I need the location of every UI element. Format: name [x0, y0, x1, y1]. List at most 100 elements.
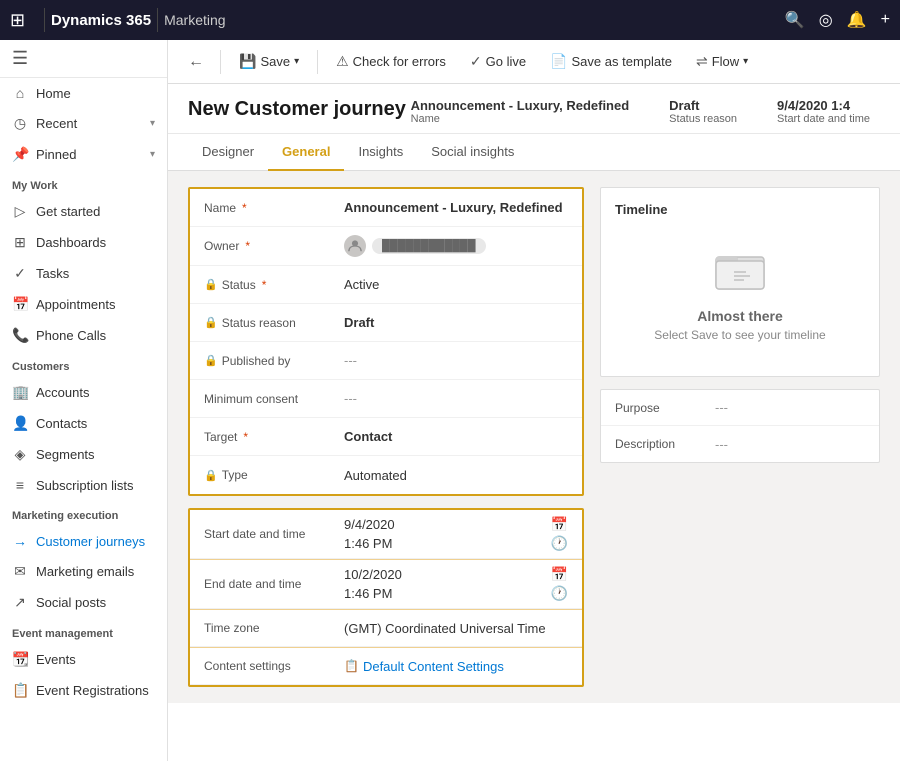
events-icon: 📆 [12, 651, 28, 668]
required-mark: * [242, 201, 247, 215]
sidebar-item-marketing-emails[interactable]: ✉ Marketing emails [0, 556, 167, 587]
sidebar-social-posts-label: Social posts [36, 595, 155, 610]
sidebar-item-event-registrations[interactable]: 📋 Event Registrations [0, 675, 167, 706]
field-type: 🔒 Type Automated [190, 456, 582, 494]
form-section-general: Name * Announcement - Luxury, Redefined … [188, 187, 584, 496]
timeline-almost-there: Almost there [697, 308, 783, 324]
required-mark: * [243, 430, 248, 444]
tab-insights[interactable]: Insights [344, 134, 417, 171]
save-button[interactable]: 💾 Save ▾ [229, 48, 309, 75]
sidebar-item-dashboards[interactable]: ⊞ Dashboards [0, 227, 167, 258]
content-settings-value[interactable]: 📋 Default Content Settings [344, 659, 568, 674]
top-nav-icons: 🔍 ◎ 🔔 + [785, 10, 890, 30]
lock-icon2: 🔒 [204, 316, 218, 329]
timeline-section: Timeline [600, 187, 880, 377]
help-icon[interactable]: 🔔 [847, 10, 867, 30]
start-time-text[interactable]: 1:46 PM [344, 536, 392, 551]
folder-icon [714, 247, 766, 300]
sidebar-item-pinned[interactable]: 📌 Pinned ▾ [0, 139, 167, 170]
type-value: Automated [344, 468, 568, 483]
end-time-row: 1:46 PM 🕐 [344, 585, 568, 602]
sidebar-tasks-label: Tasks [36, 266, 155, 281]
save-label: Save [260, 54, 290, 69]
settings-icon[interactable]: ◎ [819, 10, 833, 30]
home-icon: ⌂ [12, 85, 28, 101]
sidebar-item-home[interactable]: ⌂ Home [0, 78, 167, 108]
content-settings-label: Content settings [204, 659, 344, 673]
timezone-value[interactable]: (GMT) Coordinated Universal Time [344, 621, 568, 636]
calendar-icon[interactable]: 📅 [551, 516, 568, 533]
end-date-value: 10/2/2020 📅 1:46 PM 🕐 [344, 566, 568, 602]
sidebar-item-segments[interactable]: ◈ Segments [0, 439, 167, 470]
add-icon[interactable]: + [881, 11, 890, 29]
sidebar-phone-calls-label: Phone Calls [36, 328, 155, 343]
sidebar-recent-label: Recent [36, 116, 142, 131]
end-date-label: End date and time [204, 577, 344, 591]
sidebar-get-started-label: Get started [36, 204, 155, 219]
purpose-value: --- [715, 400, 728, 415]
sidebar-menu-button[interactable]: ☰ [0, 40, 167, 78]
sidebar-item-customer-journeys[interactable]: → Customer journeys [0, 526, 167, 556]
toolbar: ← 💾 Save ▾ ⚠ Check for errors ✓ Go live … [168, 40, 900, 84]
meta-date-label: Start date and time [777, 113, 870, 125]
target-value: Contact [344, 429, 568, 444]
sidebar-item-accounts[interactable]: 🏢 Accounts [0, 377, 167, 408]
save-dropdown-icon[interactable]: ▾ [294, 56, 299, 67]
grid-icon[interactable]: ⊞ [10, 10, 38, 31]
field-content-settings: Content settings 📋 Default Content Setti… [190, 647, 582, 685]
section-my-work: My Work [0, 170, 167, 196]
sidebar-item-contacts[interactable]: 👤 Contacts [0, 408, 167, 439]
contacts-icon: 👤 [12, 415, 28, 432]
end-time-text[interactable]: 1:46 PM [344, 586, 392, 601]
go-live-button[interactable]: ✓ Go live [460, 48, 536, 75]
end-date-text[interactable]: 10/2/2020 [344, 567, 402, 582]
field-end-date: End date and time 10/2/2020 📅 1:46 PM 🕐 [190, 559, 582, 609]
recent-icon: ◷ [12, 115, 28, 132]
page-title: New Customer journey [188, 98, 411, 121]
registrations-icon: 📋 [12, 682, 28, 699]
name-label: Name * [204, 201, 344, 215]
sidebar-home-label: Home [36, 86, 155, 101]
content-area: ← 💾 Save ▾ ⚠ Check for errors ✓ Go live … [168, 40, 900, 761]
sidebar: ☰ ⌂ Home ◷ Recent ▾ 📌 Pinned ▾ My Work ▷… [0, 40, 168, 761]
email-icon: ✉ [12, 563, 28, 580]
start-date-label: Start date and time [204, 527, 344, 541]
form-left: Name * Announcement - Luxury, Redefined … [188, 187, 584, 687]
clock-icon[interactable]: 🕐 [551, 535, 568, 552]
back-button[interactable]: ← [180, 49, 212, 75]
get-started-icon: ▷ [12, 203, 28, 220]
lock-icon4: 🔒 [204, 469, 218, 482]
meta-name-value: Announcement - Luxury, Redefined [411, 98, 630, 113]
published-label: 🔒 Published by [204, 354, 344, 368]
field-status-reason: 🔒 Status reason Draft [190, 304, 582, 342]
clock-icon2[interactable]: 🕐 [551, 585, 568, 602]
flow-dropdown-icon: ▾ [743, 56, 748, 67]
sidebar-item-events[interactable]: 📆 Events [0, 644, 167, 675]
type-label: 🔒 Type [204, 468, 344, 482]
field-owner: Owner * ████████████ [190, 227, 582, 266]
calendar-icon2[interactable]: 📅 [551, 566, 568, 583]
target-label: Target * [204, 430, 344, 444]
min-consent-value: --- [344, 391, 568, 406]
field-description: Description --- [601, 426, 879, 462]
tab-general[interactable]: General [268, 134, 344, 171]
end-date-row: 10/2/2020 📅 [344, 566, 568, 583]
tab-social-insights[interactable]: Social insights [417, 134, 528, 171]
journey-icon: → [12, 533, 28, 549]
name-value[interactable]: Announcement - Luxury, Redefined [344, 200, 568, 215]
check-errors-button[interactable]: ⚠ Check for errors [326, 48, 456, 75]
sidebar-item-subscription-lists[interactable]: ≡ Subscription lists [0, 470, 167, 500]
sidebar-item-get-started[interactable]: ▷ Get started [0, 196, 167, 227]
start-date-text[interactable]: 9/4/2020 [344, 517, 395, 532]
save-template-button[interactable]: 📄 Save as template [540, 48, 682, 75]
sidebar-item-recent[interactable]: ◷ Recent ▾ [0, 108, 167, 139]
status-reason-label: 🔒 Status reason [204, 316, 344, 330]
tab-designer[interactable]: Designer [188, 134, 268, 171]
sidebar-item-social-posts[interactable]: ↗ Social posts [0, 587, 167, 618]
flow-button[interactable]: ⇌ Flow ▾ [686, 48, 758, 75]
search-icon[interactable]: 🔍 [785, 10, 805, 30]
sidebar-item-tasks[interactable]: ✓ Tasks [0, 258, 167, 289]
page-meta: Announcement - Luxury, Redefined Name Dr… [411, 98, 880, 125]
sidebar-item-phone-calls[interactable]: 📞 Phone Calls [0, 320, 167, 351]
sidebar-item-appointments[interactable]: 📅 Appointments [0, 289, 167, 320]
